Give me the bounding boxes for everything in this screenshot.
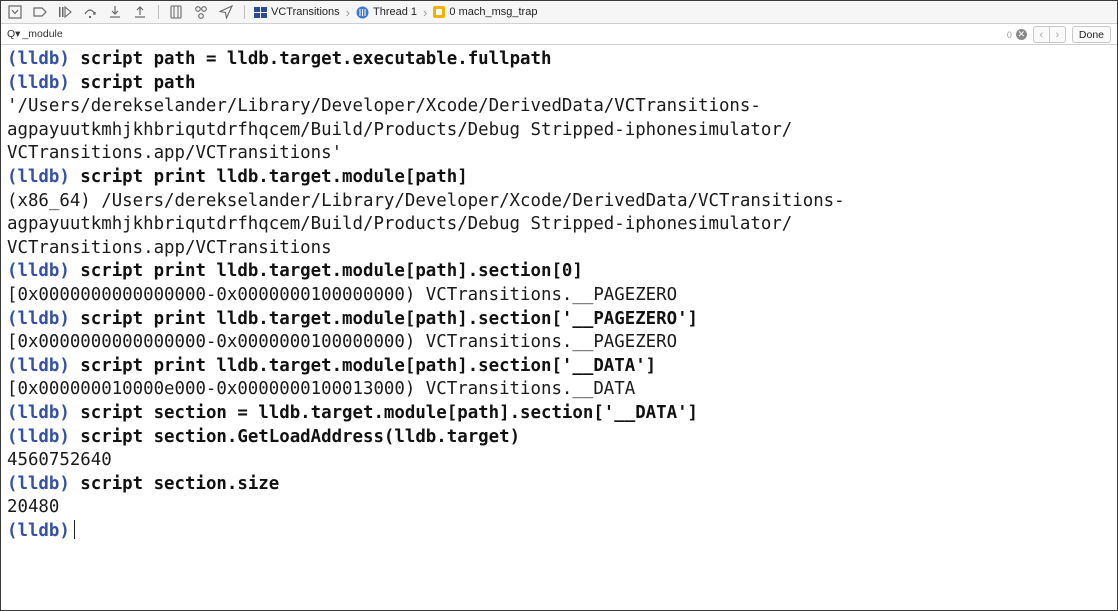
console-command-line: (lldb) script print lldb.target.module[p… [7,355,1111,379]
console-output-line: 20480 [7,496,1111,520]
console-output-text: VCTransitions.app/VCTransitions [7,237,332,258]
lldb-prompt: (lldb) [7,426,70,447]
console-command-line: (lldb) script print lldb.target.module[p… [7,260,1111,284]
console-output-text: VCTransitions.app/VCTransitions' [7,143,343,164]
console-output-line: agpayuutkmhjkhbriqutdrfhqcem/Build/Produ… [7,213,1111,237]
match-count: 0 [1006,29,1012,40]
console-output-text: (x86_64) /Users/derekselander/Library/De… [7,190,845,211]
debug-toolbar: VCTransitions › Thread 1 › 0 mach_msg_tr… [1,1,1117,24]
continue-icon[interactable] [57,4,73,20]
console-command-text: script section.GetLoadAddress(lldb.targe… [69,426,521,447]
console-command-line: (lldb) script path = lldb.target.executa… [7,48,1111,72]
breadcrumb-item-app[interactable]: VCTransitions [271,6,340,18]
console-output-text: 4560752640 [7,450,112,471]
previous-icon[interactable]: ‹ [1032,26,1050,43]
memory-graph-icon[interactable] [193,4,209,20]
console-command-text: script print lldb.target.module[path].se… [69,355,657,376]
console-output-text: '/Users/derekselander/Library/Developer/… [7,96,761,117]
console-command-line: (lldb) script print lldb.target.module[p… [7,166,1111,190]
console-output-text: [0x0000000000000000-0x0000000100000000) … [7,284,678,305]
stack-frame-icon [433,6,446,18]
console-command-line: (lldb) script section.size [7,473,1111,497]
console-output-line: 4560752640 [7,449,1111,473]
lldb-prompt: (lldb) [7,49,70,69]
step-into-icon[interactable] [107,4,123,20]
toolbar-divider [244,5,245,19]
console-toggle-icon[interactable] [7,4,23,20]
debug-console-window: VCTransitions › Thread 1 › 0 mach_msg_tr… [0,0,1118,611]
step-out-icon[interactable] [132,4,148,20]
console-command-text: script path = lldb.target.executable.ful… [69,49,552,69]
lldb-prompt: (lldb) [7,473,70,494]
lldb-prompt: (lldb) [7,520,70,541]
console-output-line: agpayuutkmhjkhbriqutdrfhqcem/Build/Produ… [7,119,1111,143]
breadcrumb-chevron-icon: › [345,4,351,20]
text-cursor [73,519,75,539]
lldb-prompt: (lldb) [7,308,70,329]
thread-icon [356,6,369,19]
breadcrumb: VCTransitions › Thread 1 › 0 mach_msg_tr… [254,5,537,20]
console-filter-bar: Q▾ _module 0 ✕ ‹ › Done [1,24,1117,45]
breakpoints-toggle-icon[interactable] [32,4,48,20]
lldb-prompt: (lldb) [7,72,70,93]
clear-icon[interactable]: ✕ [1015,29,1027,40]
console-output-line: [0x0000000000000000-0x0000000100000000) … [7,331,1111,355]
breadcrumb-item-thread[interactable]: Thread 1 [373,6,417,18]
console-output-text: 20480 [7,497,60,518]
console-output-line: '/Users/derekselander/Library/Developer/… [7,95,1111,119]
console-command-text: script path [69,72,196,93]
lldb-prompt: (lldb) [7,355,70,376]
app-icon [254,6,267,18]
console-output-text: agpayuutkmhjkhbriqutdrfhqcem/Build/Produ… [7,119,793,140]
console-command-line: (lldb) script section = lldb.target.modu… [7,402,1111,426]
console-output-text: [0x0000000000000000-0x0000000100000000) … [7,332,678,353]
console-output-line: (x86_64) /Users/derekselander/Library/De… [7,190,1111,214]
search-icon[interactable]: Q▾ [7,28,20,40]
console-command-line: (lldb) script section.GetLoadAddress(lld… [7,426,1111,450]
lldb-prompt: (lldb) [7,261,70,282]
console-input-line[interactable]: (lldb) [7,519,1111,544]
lldb-console[interactable]: (lldb) script path = lldb.target.executa… [7,48,1111,610]
console-output-line: [0x0000000000000000-0x0000000100000000) … [7,284,1111,308]
console-command-text: script print lldb.target.module[path].se… [69,261,583,282]
console-command-text: script print lldb.target.module[path].se… [69,308,699,329]
toolbar-divider [158,5,159,19]
console-command-text: script print lldb.target.module[path] [69,166,468,187]
console-command-line: (lldb) script print lldb.target.module[p… [7,308,1111,332]
console-command-text: script section = lldb.target.module[path… [69,402,699,423]
done-button[interactable]: Done [1071,26,1111,43]
lldb-prompt: (lldb) [7,402,70,423]
view-hierarchy-icon[interactable] [168,4,184,20]
filter-controls: 0 ✕ ‹ › Done [1007,26,1111,43]
console-output-line: VCTransitions.app/VCTransitions' [7,142,1111,166]
filter-input[interactable]: Q▾ _module [1,28,1117,40]
console-output-text: agpayuutkmhjkhbriqutdrfhqcem/Build/Produ… [7,214,793,235]
next-icon[interactable]: › [1049,26,1066,43]
console-output-line: [0x000000010000e000-0x0000000100013000) … [7,378,1111,402]
console-command-line: (lldb) script path [7,72,1111,96]
step-over-icon[interactable] [82,4,98,20]
breadcrumb-item-frame[interactable]: 0 mach_msg_trap [449,6,537,18]
breadcrumb-chevron-icon: › [423,4,428,20]
lldb-prompt: (lldb) [7,166,70,187]
console-command-text: script section.size [69,473,280,494]
console-output-text: [0x000000010000e000-0x0000000100013000) … [7,379,636,400]
filter-text[interactable]: _module [22,28,62,40]
location-icon[interactable] [218,4,234,20]
console-output-line: VCTransitions.app/VCTransitions [7,237,1111,261]
